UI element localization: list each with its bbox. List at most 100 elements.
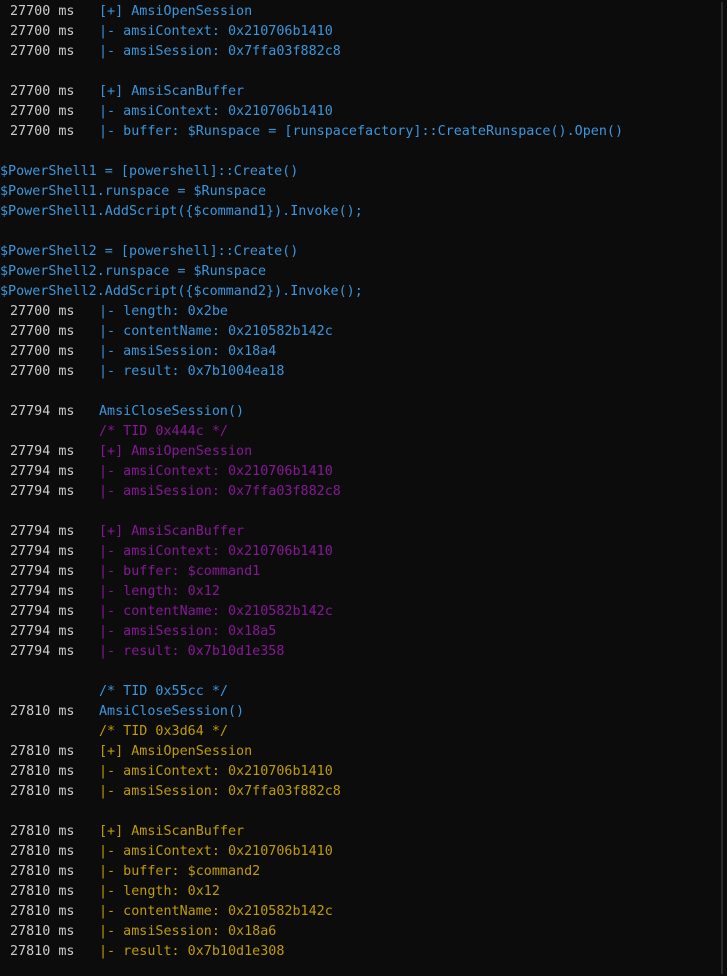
script-text: $PowerShell1 = [powershell]::Create() bbox=[0, 164, 299, 179]
log-message: |- length: 0x12 bbox=[99, 584, 220, 599]
log-message: [+] AmsiScanBuffer bbox=[99, 824, 245, 839]
terminal-line: $PowerShell1.AddScript({$command1}).Invo… bbox=[0, 202, 721, 222]
terminal-line: /* TID 0x444c */ bbox=[0, 422, 721, 442]
script-text: $PowerShell2 = [powershell]::Create() bbox=[0, 244, 299, 259]
timestamp: 27810 ms bbox=[10, 944, 75, 959]
terminal-line: 27700 ms |- result: 0x7b1004ea18 bbox=[0, 362, 721, 382]
terminal-line: 27700 ms |- amsiContext: 0x210706b1410 bbox=[0, 22, 721, 42]
log-message: |- amsiSession: 0x18a6 bbox=[99, 924, 277, 939]
timestamp: 27700 ms bbox=[10, 104, 75, 119]
timestamp: 27794 ms bbox=[10, 464, 75, 479]
log-message: [+] AmsiOpenSession bbox=[99, 444, 253, 459]
log-message: |- contentName: 0x210582b142c bbox=[99, 324, 333, 339]
timestamp: 27794 ms bbox=[10, 524, 75, 539]
timestamp: 27810 ms bbox=[10, 844, 75, 859]
timestamp: 27810 ms bbox=[10, 764, 75, 779]
terminal-line: 27810 ms |- amsiContext: 0x210706b1410 bbox=[0, 762, 721, 782]
terminal-line: 27810 ms |- result: 0x7b10d1e308 bbox=[0, 942, 721, 962]
terminal-output[interactable]: 27700 ms [+] AmsiOpenSession 27700 ms |- am… bbox=[0, 2, 723, 974]
terminal-line: $PowerShell2.runspace = $Runspace bbox=[0, 262, 721, 282]
terminal-line: 27810 ms [+] AmsiOpenSession bbox=[0, 742, 721, 762]
terminal-line: $PowerShell2.AddScript({$command2}).Invo… bbox=[0, 282, 721, 302]
timestamp: 27810 ms bbox=[10, 924, 75, 939]
timestamp: 27700 ms bbox=[10, 44, 75, 59]
timestamp: 27810 ms bbox=[10, 704, 75, 719]
log-message: AmsiCloseSession() bbox=[99, 404, 245, 419]
terminal-line: 27810 ms |- length: 0x12 bbox=[0, 882, 721, 902]
log-message: [+] AmsiScanBuffer bbox=[99, 84, 245, 99]
terminal-line: 27794 ms |- amsiSession: 0x7ffa03f882c8 bbox=[0, 482, 721, 502]
log-message: |- length: 0x2be bbox=[99, 304, 228, 319]
timestamp: 27810 ms bbox=[10, 884, 75, 899]
timestamp: 27810 ms bbox=[10, 784, 75, 799]
terminal-line: 27794 ms [+] AmsiOpenSession bbox=[0, 442, 721, 462]
terminal-line: 27810 ms AmsiCloseSession() bbox=[0, 702, 721, 722]
script-text: $PowerShell1.runspace = $Runspace bbox=[0, 184, 267, 199]
timestamp: 27700 ms bbox=[10, 124, 75, 139]
terminal-line: 27794 ms |- contentName: 0x210582b142c bbox=[0, 602, 721, 622]
log-message: |- buffer: $command2 bbox=[99, 864, 261, 879]
terminal-line: 27794 ms |- length: 0x12 bbox=[0, 582, 721, 602]
log-message: |- result: 0x7b10d1e308 bbox=[99, 944, 285, 959]
terminal-line: 27810 ms |- amsiContext: 0x210706b1410 bbox=[0, 842, 721, 862]
terminal-line: 27794 ms |- amsiSession: 0x18a5 bbox=[0, 622, 721, 642]
log-message: |- buffer: $command1 bbox=[99, 564, 261, 579]
terminal-line: 27700 ms |- length: 0x2be bbox=[0, 302, 721, 322]
timestamp: 27700 ms bbox=[10, 4, 75, 19]
terminal-line: /* TID 0x3d64 */ bbox=[0, 722, 721, 742]
terminal-line: 27794 ms |- amsiContext: 0x210706b1410 bbox=[0, 462, 721, 482]
script-text: $PowerShell2.runspace = $Runspace bbox=[0, 264, 267, 279]
timestamp: 27794 ms bbox=[10, 444, 75, 459]
timestamp: 27700 ms bbox=[10, 24, 75, 39]
log-message: /* TID 0x3d64 */ bbox=[99, 724, 228, 739]
terminal-line: $PowerShell1 = [powershell]::Create() bbox=[0, 162, 721, 182]
log-message: |- amsiContext: 0x210706b1410 bbox=[99, 544, 333, 559]
log-message: |- amsiContext: 0x210706b1410 bbox=[99, 24, 333, 39]
log-message: |- result: 0x7b10d1e358 bbox=[99, 644, 285, 659]
timestamp: 27700 ms bbox=[10, 304, 75, 319]
log-message: /* TID 0x444c */ bbox=[99, 424, 228, 439]
terminal-line: 27810 ms |- buffer: $command2 bbox=[0, 862, 721, 882]
log-message: |- contentName: 0x210582b142c bbox=[99, 904, 333, 919]
terminal-line: 27700 ms |- amsiSession: 0x7ffa03f882c8 bbox=[0, 42, 721, 62]
timestamp: 27700 ms bbox=[10, 364, 75, 379]
timestamp: 27794 ms bbox=[10, 404, 75, 419]
terminal-line: 27794 ms |- amsiContext: 0x210706b1410 bbox=[0, 542, 721, 562]
timestamp: 27794 ms bbox=[10, 624, 75, 639]
terminal-line: 27700 ms |- buffer: $Runspace = [runspace… bbox=[0, 122, 721, 142]
terminal-line: 27794 ms |- result: 0x7b10d1e358 bbox=[0, 642, 721, 662]
terminal-line: 27810 ms |- contentName: 0x210582b142c bbox=[0, 902, 721, 922]
log-message: |- length: 0x12 bbox=[99, 884, 220, 899]
terminal-line: 27810 ms |- amsiSession: 0x7ffa03f882c8 bbox=[0, 782, 721, 802]
timestamp: 27794 ms bbox=[10, 604, 75, 619]
terminal-line: 27810 ms [+] AmsiScanBuffer bbox=[0, 822, 721, 842]
terminal-line: 27794 ms |- buffer: $command1 bbox=[0, 562, 721, 582]
timestamp: 27794 ms bbox=[10, 544, 75, 559]
log-message: |- amsiSession: 0x7ffa03f882c8 bbox=[99, 44, 341, 59]
timestamp: 27810 ms bbox=[10, 904, 75, 919]
terminal-line: 27794 ms AmsiCloseSession() bbox=[0, 402, 721, 422]
terminal-line: 27700 ms |- amsiSession: 0x18a4 bbox=[0, 342, 721, 362]
log-message: [+] AmsiOpenSession bbox=[99, 744, 253, 759]
log-message: |- amsiSession: 0x7ffa03f882c8 bbox=[99, 484, 341, 499]
terminal-line: $PowerShell1.runspace = $Runspace bbox=[0, 182, 721, 202]
log-message: |- contentName: 0x210582b142c bbox=[99, 604, 333, 619]
log-message: |- result: 0x7b1004ea18 bbox=[99, 364, 285, 379]
timestamp: 27700 ms bbox=[10, 324, 75, 339]
terminal-line: 27700 ms [+] AmsiScanBuffer bbox=[0, 82, 721, 102]
log-message: /* TID 0x55cc */ bbox=[99, 684, 228, 699]
script-text: $PowerShell2.AddScript({$command2}).Invo… bbox=[0, 284, 363, 299]
timestamp: 27700 ms bbox=[10, 84, 75, 99]
log-message: |- buffer: $Runspace = [runspacefactory]… bbox=[99, 124, 624, 139]
terminal-line: 27810 ms |- amsiSession: 0x18a6 bbox=[0, 922, 721, 942]
log-message: [+] AmsiScanBuffer bbox=[99, 524, 245, 539]
timestamp: 27794 ms bbox=[10, 584, 75, 599]
log-message: [+] AmsiOpenSession bbox=[99, 4, 253, 19]
log-message: |- amsiSession: 0x7ffa03f882c8 bbox=[99, 784, 341, 799]
